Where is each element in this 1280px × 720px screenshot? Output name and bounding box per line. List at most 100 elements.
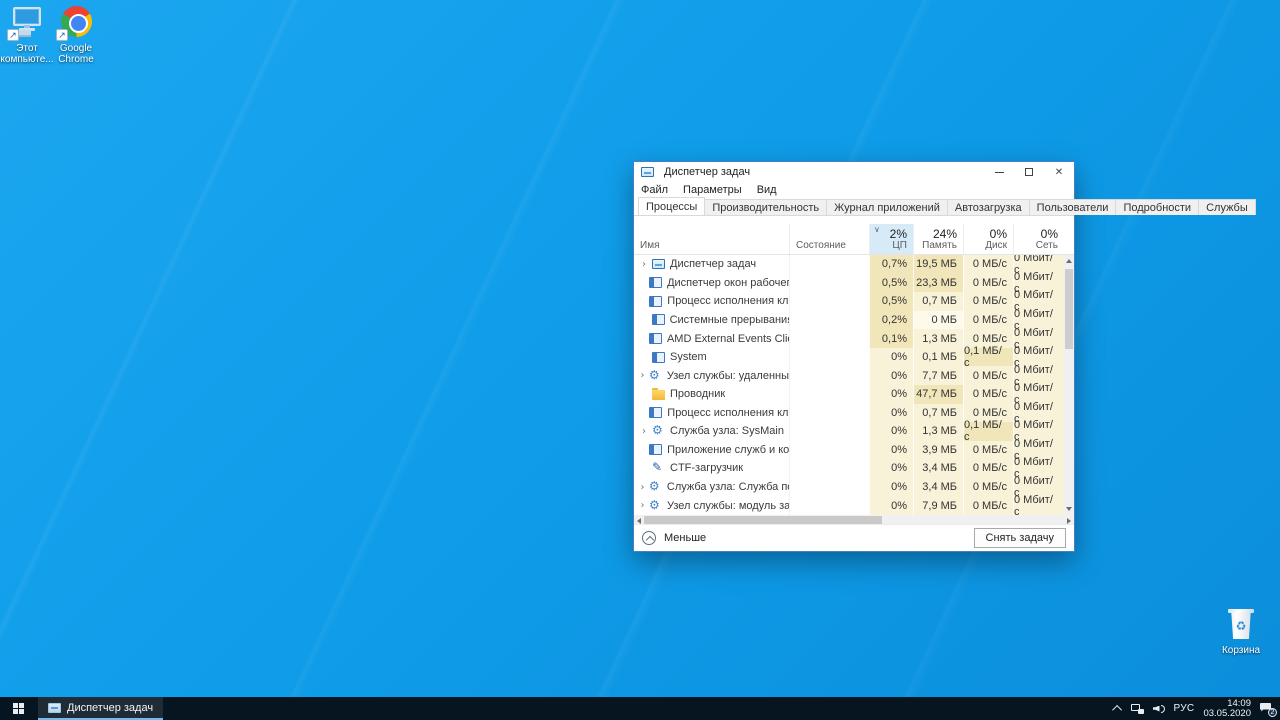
language-indicator[interactable]: РУС (1174, 703, 1195, 714)
tab-Журнал приложений[interactable]: Журнал приложений (826, 199, 948, 215)
tray-chevron-up-icon[interactable] (1111, 704, 1122, 715)
process-row[interactable]: Приложение служб и контрол... 0%3,9 МБ0 М… (634, 438, 1064, 462)
process-row[interactable]: Процесс исполнения клиент-... 0,5%0,7 МБ0… (634, 289, 1064, 313)
process-row[interactable]: › Узел службы: модуль запуска ... 0%7,9 МБ… (634, 494, 1064, 515)
process-disk-cell: 0 МБ/с (963, 366, 1013, 385)
menu-item-Параметры[interactable]: Параметры (683, 184, 742, 196)
process-name: Узел службы: модуль запуска ... (666, 499, 789, 512)
process-mem-cell: 0 МБ (913, 310, 963, 330)
tab-Автозагрузка[interactable]: Автозагрузка (946, 199, 1030, 215)
process-mem-cell: 7,9 МБ (913, 496, 963, 515)
process-mem-cell: 1,3 МБ (913, 422, 963, 441)
process-mem-cell: 0,7 МБ (913, 292, 963, 311)
column-header-disk[interactable]: 0% Диск (963, 224, 1013, 254)
process-row[interactable]: Диспетчер окон рабочего стола 0,5%23,3 МБ… (634, 271, 1064, 295)
process-status-cell (789, 255, 869, 274)
process-cpu-cell: 0% (869, 459, 913, 478)
minimize-icon (994, 171, 1004, 173)
scroll-up-icon[interactable] (1066, 259, 1072, 263)
process-status-cell (789, 477, 869, 497)
tab-Производительность[interactable]: Производительность (704, 199, 828, 215)
process-row[interactable]: › Узел службы: удаленный вызо... 0%7,7 МБ0… (634, 364, 1064, 388)
start-button[interactable] (0, 697, 38, 720)
window-icon (652, 351, 665, 363)
process-name: Диспетчер окон рабочего стола (667, 276, 789, 289)
desktop-icon-chrome[interactable]: ↗ Google Chrome (44, 6, 108, 65)
network-icon[interactable] (1130, 703, 1144, 714)
process-name-cell: › Служба узла: Служба пользов... (634, 478, 789, 497)
process-row[interactable]: › Диспетчер задач 0,7% 19,5 МБ 0 МБ/с 0 Мбит/… (634, 255, 1064, 276)
expand-chevron-icon[interactable]: › (638, 482, 647, 493)
gear-icon (652, 424, 665, 437)
column-header-network[interactable]: 0% Сеть (1013, 224, 1064, 254)
desktop-icon-recycle-bin[interactable]: ♻ Корзина (1209, 608, 1273, 656)
process-status-cell (789, 366, 869, 385)
fewer-details-icon[interactable] (642, 531, 656, 545)
process-disk-cell: 0,1 МБ/с (963, 419, 1013, 443)
volume-icon[interactable] (1152, 704, 1165, 714)
tab-Службы[interactable]: Службы (1198, 199, 1256, 215)
vertical-scroll-thumb[interactable] (1065, 269, 1073, 349)
process-row[interactable]: Системные прерывания 0,2% 0 МБ 0 МБ/с 0 Мбит… (634, 308, 1064, 332)
window-icon (649, 295, 663, 307)
end-task-button[interactable]: Снять задачу (973, 528, 1066, 548)
process-name: Служба узла: Служба пользов... (666, 481, 789, 494)
taskbar-button-task-manager[interactable]: Диспетчер задач (38, 697, 164, 720)
process-name-cell: Проводник (634, 385, 789, 404)
system-tray: РУС 14:09 03.05.2020 2 (1111, 697, 1280, 720)
maximize-button[interactable] (1014, 162, 1044, 182)
close-button[interactable]: ✕ (1044, 162, 1074, 182)
title-bar[interactable]: Диспетчер задач ✕ (634, 162, 1074, 182)
notification-badge: 2 (1268, 707, 1277, 717)
column-header-memory[interactable]: 24% Память (913, 224, 963, 254)
process-cpu-cell: 0,5% (869, 292, 913, 311)
menu-bar: Файл Параметры Вид (634, 182, 1074, 198)
task-manager-window: Диспетчер задач ✕ Файл Параметры Вид Проце… (633, 161, 1256, 552)
process-cpu-cell: 0% (869, 422, 913, 441)
fewer-details-label[interactable]: Меньше (664, 532, 974, 544)
process-cpu-cell: 0,5% (869, 273, 913, 293)
minimize-button[interactable] (984, 162, 1014, 182)
process-name: Приложение служб и контрол... (667, 443, 789, 456)
tab-Подробности[interactable]: Подробности (1115, 199, 1200, 215)
gear-icon (649, 369, 662, 382)
expand-chevron-icon[interactable]: › (638, 426, 650, 437)
process-status-cell (789, 384, 869, 404)
shortcut-arrow-icon: ↗ (7, 29, 19, 41)
process-mem-cell: 7,7 МБ (913, 366, 963, 385)
process-row[interactable]: Проводник 0% 47,7 МБ 0 МБ/с 0 Мбит/с (634, 382, 1064, 406)
window-icon (648, 333, 662, 345)
process-row[interactable]: ›Служба узла: SysMain0%1,3 МБ0,1 МБ/с0 М… (634, 419, 1064, 443)
process-name-cell: AMD External Events Client Mo... (634, 329, 789, 348)
shortcut-arrow-icon: ↗ (56, 29, 68, 41)
window-icon (649, 407, 663, 419)
column-header-name[interactable]: Имя (634, 224, 789, 254)
notification-center-icon[interactable]: 2 (1260, 702, 1277, 717)
tab-bar: Процессы Производительность Журнал приложе… (634, 197, 1256, 216)
process-name: Служба узла: SysMain (670, 425, 784, 438)
expand-chevron-icon[interactable]: › (638, 500, 647, 511)
process-cpu-cell: 0% (869, 440, 913, 460)
expand-chevron-icon[interactable]: › (638, 259, 650, 270)
process-cpu-cell: 0% (869, 403, 913, 423)
this-pc-icon: ↗ (7, 6, 45, 41)
expand-chevron-icon[interactable]: › (638, 370, 647, 381)
process-row[interactable]: › Служба узла: Служба пользов... 0%3,4 МБ0… (634, 475, 1064, 499)
chrome-icon: ↗ (56, 6, 94, 41)
date-text: 03.05.2020 (1203, 707, 1251, 719)
process-status-cell (789, 292, 869, 311)
tab-Пользователи[interactable]: Пользователи (1028, 199, 1117, 215)
task-manager-icon (48, 702, 61, 713)
clock[interactable]: 14:09 03.05.2020 (1203, 698, 1251, 719)
process-status-cell (789, 273, 869, 293)
process-row[interactable]: CTF-загрузчик0%3,4 МБ0 МБ/с0 Мбит/с (634, 456, 1064, 480)
vertical-scrollbar[interactable] (1064, 255, 1074, 515)
process-row[interactable]: System 0% 0,1 МБ 0,1 МБ/с 0 Мбит/с (634, 345, 1064, 369)
column-header-cpu[interactable]: ∨ 2% ЦП (869, 224, 913, 254)
scroll-down-icon[interactable] (1066, 507, 1072, 511)
menu-item-Файл[interactable]: Файл (641, 184, 668, 196)
taskmgr-icon (652, 259, 665, 270)
menu-item-Вид[interactable]: Вид (757, 184, 777, 196)
column-header-status[interactable]: Состояние (789, 224, 869, 254)
tab-Процессы[interactable]: Процессы (638, 197, 706, 215)
